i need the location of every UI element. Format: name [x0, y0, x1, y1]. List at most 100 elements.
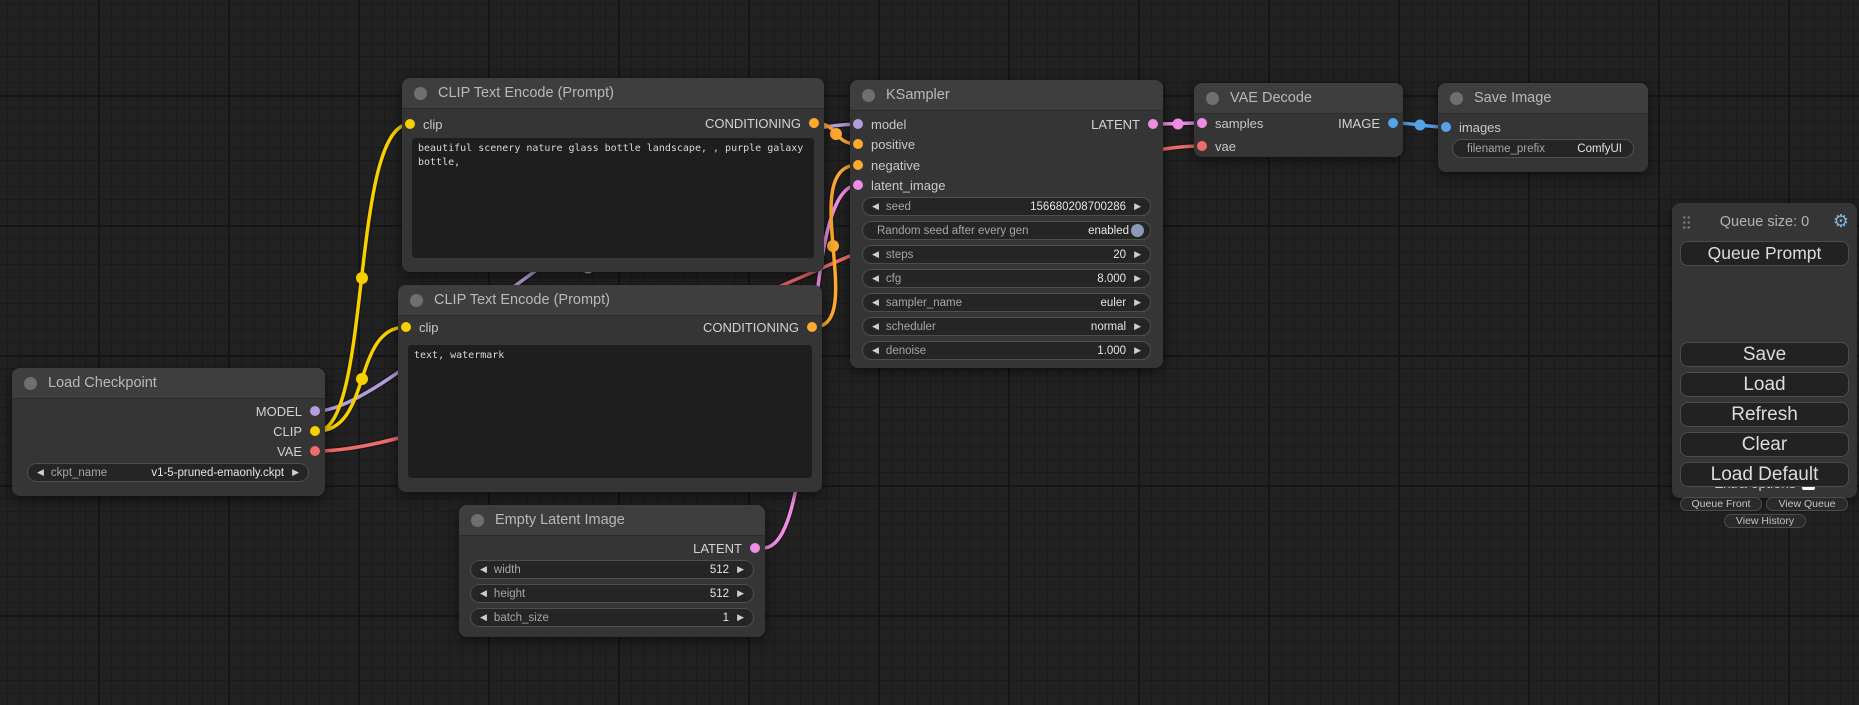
node-clip-text-encode-negative[interactable]: CLIP Text Encode (Prompt) clip CONDITION… — [398, 285, 822, 492]
decrement-arrow-icon[interactable]: ◀ — [480, 565, 487, 574]
increment-arrow-icon[interactable]: ▶ — [1134, 346, 1141, 355]
node-collapse-dot-icon[interactable] — [24, 377, 37, 390]
save-button[interactable]: Save — [1680, 342, 1849, 367]
output-port-clip[interactable] — [310, 426, 320, 436]
input-port-clip[interactable] — [405, 119, 415, 129]
queue-prompt-button[interactable]: Queue Prompt — [1680, 241, 1849, 266]
node-collapse-dot-icon[interactable] — [1206, 92, 1219, 105]
height-widget[interactable]: ◀ height 512 ▶ — [470, 584, 754, 603]
node-title-bar[interactable]: VAE Decode — [1194, 83, 1403, 114]
increment-arrow-icon[interactable]: ▶ — [1134, 322, 1141, 331]
node-empty-latent-image[interactable]: Empty Latent Image LATENT ◀ width 512 ▶ … — [459, 505, 765, 637]
filename-prefix-widget[interactable]: filename_prefix ComfyUI — [1452, 139, 1634, 158]
widget-value: 8.000 — [1097, 273, 1126, 285]
node-title-bar[interactable]: Load Checkpoint — [12, 368, 325, 399]
decrement-arrow-icon[interactable]: ◀ — [872, 202, 879, 211]
batch-size-widget[interactable]: ◀ batch_size 1 ▶ — [470, 608, 754, 627]
input-port-model[interactable] — [853, 119, 863, 129]
output-port-conditioning[interactable] — [807, 322, 817, 332]
input-label-negative: negative — [871, 158, 920, 173]
widget-label: filename_prefix — [1467, 143, 1545, 155]
node-ksampler[interactable]: KSampler model positive negative latent_… — [850, 80, 1163, 368]
input-label-images: images — [1459, 120, 1501, 135]
increment-arrow-icon[interactable]: ▶ — [292, 468, 299, 477]
input-port-samples[interactable] — [1197, 118, 1207, 128]
decrement-arrow-icon[interactable]: ◀ — [872, 250, 879, 259]
random-seed-toggle-widget[interactable]: Random seed after every gen enabled — [862, 221, 1151, 240]
node-title-bar[interactable]: Empty Latent Image — [459, 505, 765, 536]
scheduler-widget[interactable]: ◀ scheduler normal ▶ — [862, 317, 1151, 336]
node-title: Load Checkpoint — [48, 375, 157, 391]
increment-arrow-icon[interactable]: ▶ — [1134, 274, 1141, 283]
node-clip-text-encode-positive[interactable]: CLIP Text Encode (Prompt) clip CONDITION… — [402, 78, 824, 272]
load-default-button[interactable]: Load Default — [1680, 462, 1849, 487]
view-history-button[interactable]: View History — [1724, 514, 1806, 528]
output-port-latent[interactable] — [750, 543, 760, 553]
node-save-image[interactable]: Save Image images filename_prefix ComfyU… — [1438, 83, 1648, 172]
increment-arrow-icon[interactable]: ▶ — [737, 589, 744, 598]
view-queue-button[interactable]: View Queue — [1766, 497, 1848, 511]
node-vae-decode[interactable]: VAE Decode samples vae IMAGE — [1194, 83, 1403, 157]
increment-arrow-icon[interactable]: ▶ — [737, 565, 744, 574]
wire-midpoint-dot — [830, 128, 842, 140]
output-label-vae: VAE — [277, 444, 302, 459]
queue-front-button[interactable]: Queue Front — [1680, 497, 1762, 511]
output-port-conditioning[interactable] — [809, 118, 819, 128]
sampler-name-widget[interactable]: ◀ sampler_name euler ▶ — [862, 293, 1151, 312]
node-graph-canvas[interactable]: Load Checkpoint MODEL CLIP VAE ◀ ckpt_na… — [0, 0, 1859, 705]
ckpt-name-widget[interactable]: ◀ ckpt_name v1-5-pruned-emaonly.ckpt ▶ — [27, 463, 309, 482]
gear-icon[interactable]: ⚙ — [1833, 211, 1849, 232]
decrement-arrow-icon[interactable]: ◀ — [872, 346, 879, 355]
widget-label: denoise — [886, 345, 926, 357]
widget-label: Random seed after every gen — [877, 225, 1029, 237]
prompt-textarea[interactable]: text, watermark — [408, 345, 812, 478]
output-port-model[interactable] — [310, 406, 320, 416]
decrement-arrow-icon[interactable]: ◀ — [872, 322, 879, 331]
node-collapse-dot-icon[interactable] — [471, 514, 484, 527]
decrement-arrow-icon[interactable]: ◀ — [872, 298, 879, 307]
denoise-widget[interactable]: ◀ denoise 1.000 ▶ — [862, 341, 1151, 360]
increment-arrow-icon[interactable]: ▶ — [1134, 202, 1141, 211]
load-button[interactable]: Load — [1680, 372, 1849, 397]
node-collapse-dot-icon[interactable] — [414, 87, 427, 100]
cfg-widget[interactable]: ◀ cfg 8.000 ▶ — [862, 269, 1151, 288]
input-port-positive[interactable] — [853, 139, 863, 149]
seed-widget[interactable]: ◀ seed 156680208700286 ▶ — [862, 197, 1151, 216]
output-port-latent[interactable] — [1148, 119, 1158, 129]
clear-button[interactable]: Clear — [1680, 432, 1849, 457]
toggle-enabled-icon[interactable] — [1131, 224, 1144, 237]
prompt-textarea[interactable]: beautiful scenery nature glass bottle la… — [412, 138, 814, 258]
node-title-bar[interactable]: Save Image — [1438, 83, 1648, 114]
node-collapse-dot-icon[interactable] — [1450, 92, 1463, 105]
queue-size-label: Queue size: 0 — [1720, 214, 1809, 230]
increment-arrow-icon[interactable]: ▶ — [737, 613, 744, 622]
queue-panel-header: Queue size: 0 ⚙ — [1672, 210, 1857, 234]
decrement-arrow-icon[interactable]: ◀ — [480, 613, 487, 622]
increment-arrow-icon[interactable]: ▶ — [1134, 250, 1141, 259]
increment-arrow-icon[interactable]: ▶ — [1134, 298, 1141, 307]
output-label-conditioning: CONDITIONING — [703, 320, 799, 335]
widget-value: 20 — [1113, 249, 1126, 261]
node-load-checkpoint[interactable]: Load Checkpoint MODEL CLIP VAE ◀ ckpt_na… — [12, 368, 325, 496]
input-label-vae: vae — [1215, 139, 1236, 154]
node-title-bar[interactable]: KSampler — [850, 80, 1163, 111]
steps-widget[interactable]: ◀ steps 20 ▶ — [862, 245, 1151, 264]
decrement-arrow-icon[interactable]: ◀ — [480, 589, 487, 598]
input-port-negative[interactable] — [853, 160, 863, 170]
output-port-image[interactable] — [1388, 118, 1398, 128]
input-port-clip[interactable] — [401, 322, 411, 332]
output-port-vae[interactable] — [310, 446, 320, 456]
decrement-arrow-icon[interactable]: ◀ — [37, 468, 44, 477]
node-title-bar[interactable]: CLIP Text Encode (Prompt) — [402, 78, 824, 109]
decrement-arrow-icon[interactable]: ◀ — [872, 274, 879, 283]
node-title-bar[interactable]: CLIP Text Encode (Prompt) — [398, 285, 822, 316]
node-collapse-dot-icon[interactable] — [410, 294, 423, 307]
input-port-vae[interactable] — [1197, 141, 1207, 151]
input-port-images[interactable] — [1441, 122, 1451, 132]
widget-label: width — [494, 564, 521, 576]
width-widget[interactable]: ◀ width 512 ▶ — [470, 560, 754, 579]
refresh-button[interactable]: Refresh — [1680, 402, 1849, 427]
drag-handle-icon[interactable] — [1682, 215, 1691, 229]
input-port-latent-image[interactable] — [853, 180, 863, 190]
node-collapse-dot-icon[interactable] — [862, 89, 875, 102]
